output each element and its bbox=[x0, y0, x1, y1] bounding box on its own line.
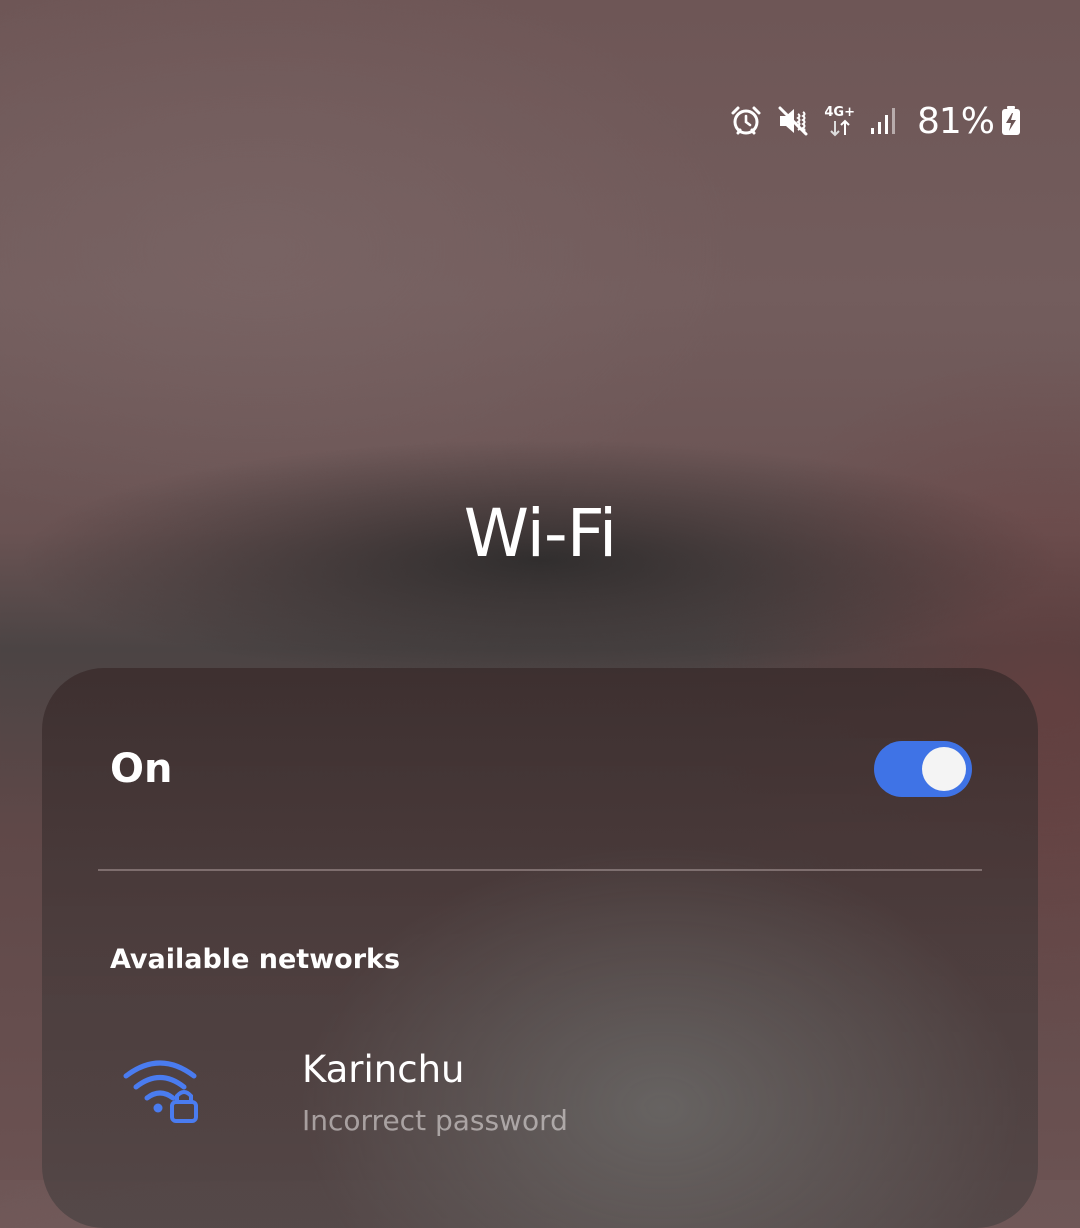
alarm-icon bbox=[730, 105, 762, 137]
battery-charging-icon bbox=[1000, 105, 1022, 137]
network-status: Incorrect password bbox=[302, 1104, 568, 1137]
battery-percentage: 81% bbox=[916, 100, 995, 142]
wifi-toggle-label: On bbox=[110, 746, 173, 792]
network-type-label: 4G+ bbox=[824, 104, 855, 120]
network-name: Karinchu bbox=[302, 1048, 465, 1091]
available-networks-header: Available networks bbox=[110, 944, 401, 975]
wifi-toggle-row[interactable]: On bbox=[110, 738, 972, 800]
network-item-karinchu[interactable]: Karinchu Incorrect password bbox=[42, 1038, 1038, 1158]
mute-icon bbox=[776, 104, 810, 138]
page-title: Wi-Fi bbox=[463, 495, 617, 572]
mobile-data-icon: 4G+ bbox=[824, 106, 855, 137]
toggle-knob bbox=[922, 747, 966, 791]
wifi-lock-icon bbox=[122, 1056, 202, 1126]
wifi-toggle-switch[interactable] bbox=[874, 741, 972, 797]
status-bar: 4G+ 81% bbox=[730, 98, 1022, 144]
divider bbox=[98, 869, 982, 871]
wifi-settings-card: On Available networks Karinchu Incorrect… bbox=[42, 668, 1038, 1228]
signal-icon bbox=[869, 106, 899, 136]
